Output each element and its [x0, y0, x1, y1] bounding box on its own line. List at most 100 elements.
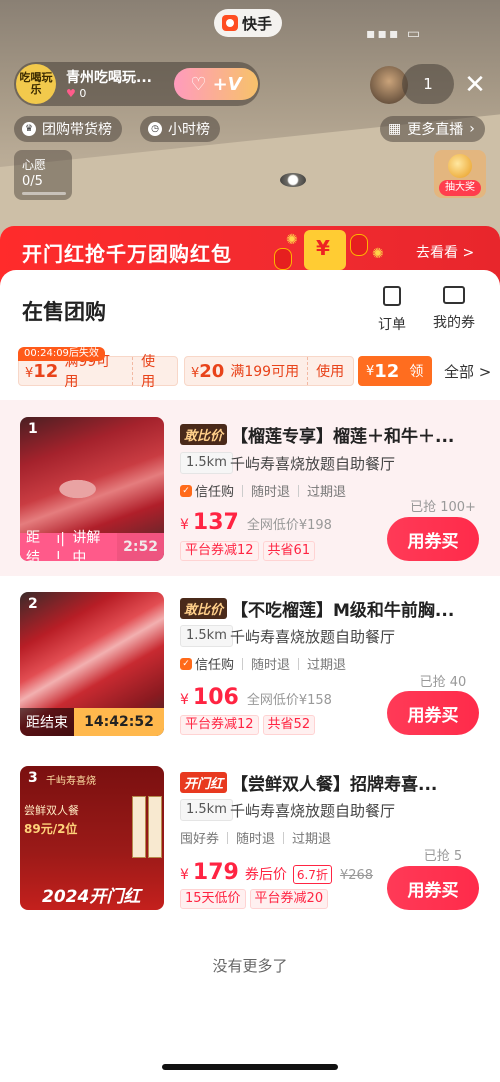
- coupon-amount: ¥12: [25, 360, 59, 382]
- crown-icon: ♛: [22, 122, 36, 136]
- distance-tag: 1.5km: [180, 452, 233, 474]
- policy: 随时退: [251, 658, 291, 673]
- product-tags: 平台券减12 共省52: [180, 715, 316, 735]
- golden-egg-icon: [448, 154, 472, 178]
- sold-count: 已抢 100+: [410, 500, 476, 515]
- chip-label: 小时榜: [168, 122, 210, 138]
- coupon-condition: 满199可用: [230, 364, 300, 380]
- live-timer: 2:52: [117, 533, 164, 561]
- coupon-expire-tag: 00:24:09后失效: [18, 347, 105, 361]
- product-price: ¥179 券后价 6.7折 ¥268: [180, 860, 374, 885]
- heart-plus-icon: ♡: [190, 73, 207, 95]
- status-bar-icons: ▪▪▪ ▭: [366, 26, 423, 42]
- wish-widget[interactable]: 心愿 0/5: [14, 150, 72, 200]
- wish-progress-bar: [22, 192, 66, 195]
- my-coupons-label: 我的券: [433, 315, 475, 331]
- coupon-claim-12[interactable]: ¥12 领: [358, 356, 432, 386]
- chip-group-buy-rank[interactable]: ♛ 团购带货榜: [14, 116, 122, 142]
- my-coupons-button[interactable]: 我的券: [426, 286, 482, 332]
- firework-icon: ✺: [286, 232, 298, 248]
- sound-wave-icon: ı|ı: [56, 531, 65, 561]
- coupon-use-button[interactable]: 使用: [307, 357, 352, 385]
- ticket-icon: [443, 286, 465, 304]
- coupon-amount: 12: [374, 360, 400, 382]
- close-icon[interactable]: ✕: [460, 70, 490, 100]
- lantern-icon: [274, 248, 292, 270]
- ceiling-lamp: [280, 173, 306, 187]
- poster-year-text: 2024开门红: [42, 887, 141, 907]
- no-more-text: 没有更多了: [212, 957, 288, 975]
- compare-price-badge: 敢比价: [180, 424, 228, 445]
- sheet-title: 在售团购: [22, 300, 106, 324]
- coupon-use-button[interactable]: 使用: [132, 354, 177, 390]
- chip-label: 更多直播: [407, 122, 464, 138]
- product-image[interactable]: 3 千屿寿喜烧 尝鲜双人餐 89元/2位 2024开门红: [20, 766, 164, 910]
- shop-name: 千屿寿喜烧放题自助餐厅: [230, 628, 396, 646]
- anchor-info[interactable]: 吃喝玩乐 青州吃喝玩... ♥ 0 ♡ +V: [14, 62, 260, 106]
- product-title[interactable]: 敢比价 【榴莲专享】榴莲＋和牛＋...: [180, 422, 486, 447]
- coupon-claim-label: 领: [409, 364, 424, 380]
- buy-with-coupon-button[interactable]: 用券买: [387, 866, 479, 910]
- countdown-tag: 距结束 14:42:52: [20, 708, 164, 736]
- home-indicator[interactable]: [162, 1064, 338, 1070]
- distance-tag: 1.5km: [180, 799, 233, 821]
- banner-link[interactable]: 去看看 >: [416, 242, 474, 262]
- product-image[interactable]: 1 距结 ı|ı 讲解中 2:52: [20, 417, 164, 561]
- likes-count: 0: [79, 87, 87, 100]
- menu-card-graphic: [132, 796, 146, 858]
- lucky-draw-label: 抽大奖: [439, 180, 481, 196]
- product-policies: 信任购 随时退 过期退: [180, 654, 346, 673]
- policy: 过期退: [307, 485, 347, 500]
- product-title[interactable]: 开门红 【尝鲜双人餐】招牌寿喜...: [180, 770, 486, 795]
- all-coupons-link[interactable]: 全部 >: [438, 356, 500, 386]
- sold-count: 已抢 5: [423, 849, 463, 864]
- firework-icon: ✺: [372, 246, 384, 262]
- anchor-likes: ♥ 0: [66, 87, 86, 100]
- product-title[interactable]: 敢比价 【不吃榴莲】M级和牛前胸...: [180, 596, 486, 621]
- buy-with-coupon-button[interactable]: 用券买: [387, 691, 479, 735]
- product-image[interactable]: 2 距结束 14:42:52: [20, 592, 164, 736]
- anchor-avatar[interactable]: 吃喝玩乐: [16, 64, 56, 104]
- shop-name: 千屿寿喜烧放题自助餐厅: [230, 802, 396, 820]
- countdown-timer: 14:42:52: [74, 708, 164, 736]
- kuaishou-logo-icon: [222, 15, 238, 31]
- new-year-badge: 开门红: [180, 772, 228, 793]
- product-price: ¥137 全网低价¥198: [180, 510, 332, 535]
- grid-icon: ▦: [388, 121, 402, 137]
- coupon-20[interactable]: ¥20 满199可用 使用: [184, 356, 354, 386]
- live-explaining-tag: 距结 ı|ı 讲解中 2:52: [20, 530, 164, 561]
- orders-label: 订单: [378, 317, 406, 333]
- policy: 囤好券: [180, 832, 220, 847]
- shop-name: 千屿寿喜烧放题自助餐厅: [230, 455, 396, 473]
- chip-more-live[interactable]: ▦ 更多直播 ›: [380, 116, 485, 142]
- wish-label: 心愿: [22, 158, 47, 172]
- compare-price-badge: 敢比价: [180, 598, 228, 619]
- product-index: 1: [28, 421, 38, 437]
- product-index: 2: [28, 596, 38, 612]
- red-envelope-icon: [304, 230, 346, 270]
- live-status: 距结 ı|ı 讲解中: [20, 530, 118, 561]
- product-price: ¥106 全网低价¥158: [180, 685, 332, 710]
- viewer-count[interactable]: 1: [402, 64, 454, 104]
- policy: 过期退: [292, 832, 332, 847]
- buy-with-coupon-button[interactable]: 用券买: [387, 517, 479, 561]
- follow-button[interactable]: ♡ +V: [174, 68, 258, 100]
- lucky-draw-widget[interactable]: 抽大奖: [434, 150, 486, 198]
- poster-price: 89元/2位: [24, 822, 78, 836]
- product-policies: 信任购 随时退 过期退: [180, 481, 346, 500]
- product-tags: 15天低价 平台券减20: [180, 889, 329, 909]
- wish-progress: 0/5: [22, 174, 43, 189]
- lantern-icon: [350, 234, 368, 256]
- poster-title: 千屿寿喜烧: [46, 776, 96, 787]
- chip-hourly-rank[interactable]: ◷ 小时榜: [140, 116, 220, 142]
- clock-icon: ◷: [148, 122, 162, 136]
- trust-buy-badge: 信任购: [180, 481, 234, 500]
- order-list-icon: [383, 286, 401, 306]
- sold-count: 已抢 40: [419, 675, 467, 690]
- chip-label: 团购带货榜: [42, 122, 112, 138]
- orders-button[interactable]: 订单: [364, 286, 420, 334]
- policy: 过期退: [307, 658, 347, 673]
- banner-title: 开门红抢千万团购红包: [22, 242, 232, 266]
- trust-buy-badge: 信任购: [180, 654, 234, 673]
- coupon-amount: ¥20: [191, 360, 225, 382]
